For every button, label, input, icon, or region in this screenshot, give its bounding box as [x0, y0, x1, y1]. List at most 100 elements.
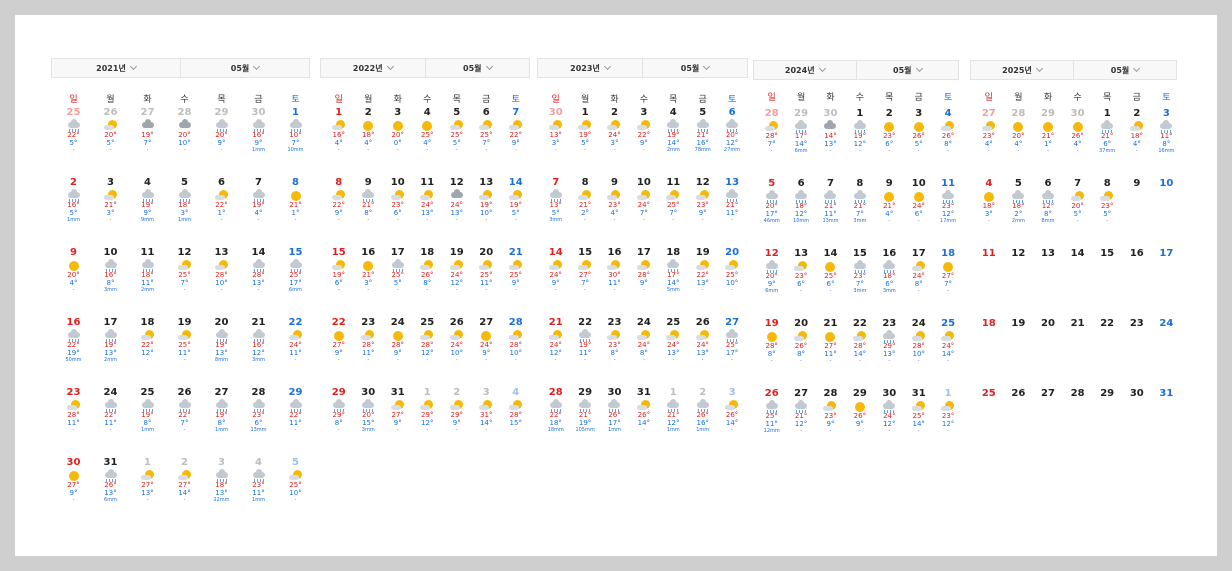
- day-cell[interactable]: 31 25° 14° -: [904, 388, 933, 435]
- day-cell[interactable]: 17 25° 5° -: [383, 247, 413, 294]
- day-cell[interactable]: 12: [1004, 248, 1034, 260]
- day-cell[interactable]: 8 23° 5° -: [1092, 178, 1122, 225]
- day-cell[interactable]: 28 22° 18° 18mm: [541, 387, 570, 434]
- day-cell[interactable]: 18: [974, 318, 1004, 330]
- day-cell[interactable]: 21 25° 9° -: [501, 247, 531, 294]
- day-cell[interactable]: 30 13° 3° -: [541, 107, 570, 154]
- day-cell[interactable]: 29 21° 19° 105mm: [570, 387, 599, 434]
- day-cell[interactable]: 4 19° 9° 9mm: [129, 177, 166, 224]
- day-cell[interactable]: 18 22° 12° -: [129, 317, 166, 364]
- day-cell[interactable]: 4 25° 4° -: [413, 107, 443, 154]
- day-cell[interactable]: 28 20° 10° -: [166, 107, 203, 154]
- day-cell[interactable]: 29: [1092, 388, 1122, 400]
- day-cell[interactable]: 6 12° 8° 8mm: [1033, 178, 1063, 225]
- day-cell[interactable]: 3 11° 8° 16mm: [1152, 108, 1182, 155]
- day-cell[interactable]: 13: [1033, 248, 1063, 260]
- day-cell[interactable]: 8 21° 1° -: [277, 177, 314, 224]
- day-cell[interactable]: 8 21° 7° 3mm: [845, 178, 874, 225]
- day-cell[interactable]: 31: [1152, 388, 1182, 400]
- day-cell[interactable]: 25: [974, 388, 1004, 400]
- day-cell[interactable]: 16: [1122, 248, 1152, 260]
- day-cell[interactable]: 14: [1063, 248, 1093, 260]
- day-cell[interactable]: 17: [1152, 248, 1182, 260]
- day-cell[interactable]: 27 21° 12° -: [786, 388, 815, 435]
- day-cell[interactable]: 23 28° 11° -: [55, 387, 92, 434]
- day-cell[interactable]: 7 13° 5° 3mm: [541, 177, 570, 224]
- day-cell[interactable]: 29 17° 14° 6mm: [786, 108, 815, 155]
- day-cell[interactable]: 10 23° 6° -: [383, 177, 413, 224]
- day-cell[interactable]: 29 21° 1° -: [1033, 108, 1063, 155]
- day-cell[interactable]: 12 23° 9° -: [688, 177, 717, 224]
- day-cell[interactable]: 25 28° 12° -: [413, 317, 443, 364]
- day-cell[interactable]: 20 25° 11° -: [472, 247, 502, 294]
- day-cell[interactable]: 1 29° 12° -: [413, 387, 443, 434]
- day-cell[interactable]: 3 22° 9° -: [629, 107, 658, 154]
- day-cell[interactable]: 27 24° 9° -: [472, 317, 502, 364]
- day-cell[interactable]: 18 27° 7° -: [933, 248, 962, 295]
- day-cell[interactable]: 31 26° 13° 6mm: [92, 457, 129, 504]
- day-cell[interactable]: 24 28° 9° -: [383, 317, 413, 364]
- day-cell[interactable]: 26 25° 11° 12mm: [757, 388, 786, 435]
- day-cell[interactable]: 1 19° 12° -: [845, 108, 874, 155]
- day-cell[interactable]: 14 24° 9° -: [541, 247, 570, 294]
- day-cell[interactable]: 21 24° 12° -: [541, 317, 570, 364]
- day-cell[interactable]: 22 19° 11° -: [570, 317, 599, 364]
- month-select[interactable]: 05월: [855, 61, 959, 79]
- day-cell[interactable]: 5 18° 3° 1mm: [166, 177, 203, 224]
- day-cell[interactable]: 19: [1004, 318, 1034, 330]
- day-cell[interactable]: 23 29° 13° -: [875, 318, 904, 365]
- month-select[interactable]: 05월: [1073, 61, 1176, 79]
- day-cell[interactable]: 12 20° 9° 6mm: [757, 248, 786, 295]
- day-cell[interactable]: 9 23° 4° -: [600, 177, 629, 224]
- day-cell[interactable]: 16 21° 3° -: [354, 247, 384, 294]
- day-cell[interactable]: 23 28° 11° -: [354, 317, 384, 364]
- day-cell[interactable]: 5 18° 2° 2mm: [1004, 178, 1034, 225]
- day-cell[interactable]: 13 21° 11° -: [717, 177, 746, 224]
- day-cell[interactable]: 7 21° 11° 13mm: [816, 178, 845, 225]
- day-cell[interactable]: 27 25° 17° -: [717, 317, 746, 364]
- day-cell[interactable]: 6 20° 12° 27mm: [717, 107, 746, 154]
- month-select[interactable]: 05월: [642, 59, 747, 77]
- day-cell[interactable]: 5 25° 10° -: [277, 457, 314, 504]
- day-cell[interactable]: 24 22° 11° -: [92, 387, 129, 434]
- day-cell[interactable]: 18 26° 8° -: [413, 247, 443, 294]
- day-cell[interactable]: 19 24° 12° -: [442, 247, 472, 294]
- day-cell[interactable]: 20: [1033, 318, 1063, 330]
- day-cell[interactable]: 19 25° 11° -: [166, 317, 203, 364]
- day-cell[interactable]: 18 17° 14° 5mm: [659, 247, 688, 294]
- day-cell[interactable]: 5 21° 16° 78mm: [688, 107, 717, 154]
- day-cell[interactable]: 30: [1122, 388, 1152, 400]
- day-cell[interactable]: 29 22° 11° -: [277, 387, 314, 434]
- day-cell[interactable]: 21 16° 12° 3mm: [240, 317, 277, 364]
- day-cell[interactable]: 2 24° 3° -: [600, 107, 629, 154]
- day-cell[interactable]: 22 28° 14° -: [845, 318, 874, 365]
- day-cell[interactable]: 31 26° 14° -: [629, 387, 658, 434]
- day-cell[interactable]: 30 26° 17° 1mm: [600, 387, 629, 434]
- day-cell[interactable]: 14 28° 13° -: [240, 247, 277, 294]
- day-cell[interactable]: 22 27° 9° -: [324, 317, 354, 364]
- year-select[interactable]: 2023년: [538, 59, 642, 77]
- day-cell[interactable]: 28 23° 6° 13mm: [240, 387, 277, 434]
- day-cell[interactable]: 1 19° 5° -: [570, 107, 599, 154]
- day-cell[interactable]: 30 14° 13° -: [816, 108, 845, 155]
- month-select[interactable]: 05월: [424, 59, 530, 77]
- day-cell[interactable]: 1 10° 7° 10mm: [277, 107, 314, 154]
- day-cell[interactable]: 11: [974, 248, 1004, 260]
- day-cell[interactable]: 1 27° 13° -: [129, 457, 166, 504]
- day-cell[interactable]: 4 18° 3° -: [974, 178, 1004, 225]
- day-cell[interactable]: 15: [1092, 248, 1122, 260]
- day-cell[interactable]: 2 18° 4° -: [354, 107, 384, 154]
- day-cell[interactable]: 7 22° 9° -: [501, 107, 531, 154]
- day-cell[interactable]: 11 18° 11° 2mm: [129, 247, 166, 294]
- day-cell[interactable]: 23: [1122, 318, 1152, 330]
- day-cell[interactable]: 27 19° 7° -: [129, 107, 166, 154]
- day-cell[interactable]: 7 20° 5° -: [1063, 178, 1093, 225]
- day-cell[interactable]: 10 24° 7° -: [629, 177, 658, 224]
- day-cell[interactable]: 2 26° 16° 1mm: [688, 387, 717, 434]
- day-cell[interactable]: 13 19° 10° -: [472, 177, 502, 224]
- day-cell[interactable]: 19 22° 13° -: [688, 247, 717, 294]
- day-cell[interactable]: 17 24° 8° -: [904, 248, 933, 295]
- day-cell[interactable]: 15 25° 17° 6mm: [277, 247, 314, 294]
- day-cell[interactable]: 26 24° 13° -: [688, 317, 717, 364]
- day-cell[interactable]: 26 20° 5° -: [92, 107, 129, 154]
